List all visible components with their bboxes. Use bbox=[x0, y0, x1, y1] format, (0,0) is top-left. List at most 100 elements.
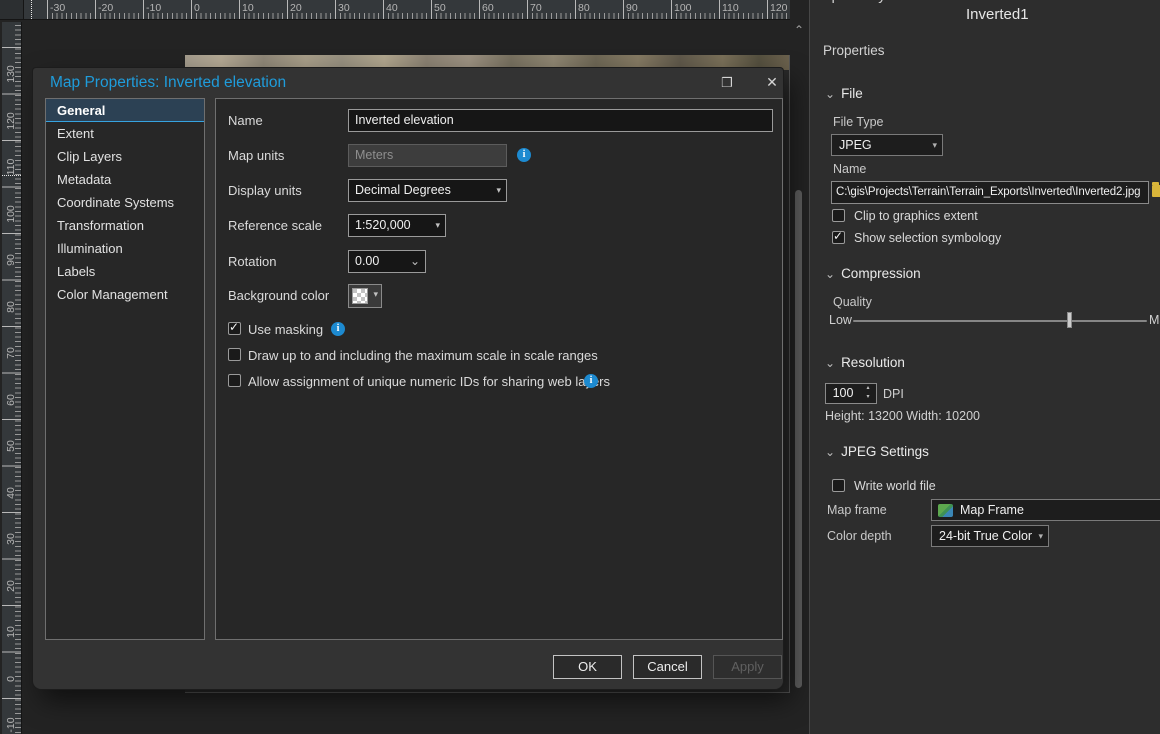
scrollbar-thumb[interactable] bbox=[795, 190, 802, 688]
maximize-icon[interactable]: ❒ bbox=[716, 73, 738, 92]
spinner-down-icon[interactable]: ▾ bbox=[862, 393, 874, 402]
rotation-dropdown[interactable]: 0.00 ⌄ bbox=[348, 250, 426, 273]
ruler-label: 40 bbox=[386, 2, 398, 14]
ruler-label: 20 bbox=[290, 2, 302, 14]
map-frame-icon bbox=[938, 504, 953, 517]
ruler-label: 120 bbox=[770, 2, 788, 14]
checkbox-label: Clip to graphics extent bbox=[854, 209, 978, 223]
tab-labels[interactable]: Labels bbox=[46, 260, 204, 283]
checkbox-box: ✓ bbox=[228, 374, 241, 387]
checkbox-box: ✓ bbox=[832, 209, 845, 222]
ruler-label: 10 bbox=[242, 2, 254, 14]
quality-max-label: Max bbox=[1149, 313, 1160, 327]
info-icon[interactable]: i bbox=[584, 374, 598, 388]
jpeg-settings-section-header[interactable]: ⌄ JPEG Settings bbox=[825, 444, 929, 459]
background-color-label: Background color bbox=[228, 288, 329, 303]
chevron-down-icon: ⌄ bbox=[825, 356, 835, 370]
quality-slider-track[interactable] bbox=[853, 320, 1147, 322]
tab-transformation[interactable]: Transformation bbox=[46, 214, 204, 237]
display-units-label: Display units bbox=[228, 183, 302, 198]
reference-scale-label: Reference scale bbox=[228, 218, 322, 233]
cancel-button[interactable]: Cancel bbox=[633, 655, 702, 679]
checkbox-box: ✓ bbox=[832, 231, 845, 244]
ruler-label: 110 bbox=[722, 2, 739, 14]
chevron-down-icon: ▾ bbox=[932, 135, 937, 155]
info-icon[interactable]: i bbox=[517, 148, 531, 162]
ok-button[interactable]: OK bbox=[553, 655, 622, 679]
ruler-label: 60 bbox=[5, 389, 17, 411]
display-units-dropdown[interactable]: Decimal Degrees ▾ bbox=[348, 179, 507, 202]
apply-button[interactable]: Apply bbox=[713, 655, 782, 679]
map-name-input[interactable]: Inverted elevation bbox=[348, 109, 773, 132]
info-icon[interactable]: i bbox=[331, 322, 345, 336]
ruler-label: 0 bbox=[194, 2, 200, 14]
properties-label: Properties bbox=[823, 43, 885, 58]
quality-low-label: Low bbox=[829, 313, 852, 327]
chevron-down-icon: ⌄ bbox=[410, 251, 420, 272]
ruler-label: 70 bbox=[5, 342, 17, 364]
section-label: JPEG Settings bbox=[841, 444, 929, 459]
map-frame-dropdown[interactable]: Map Frame bbox=[931, 499, 1160, 521]
ruler-label: 120 bbox=[5, 110, 17, 132]
check-icon: ✓ bbox=[229, 320, 239, 334]
chevron-down-icon: ▾ bbox=[1038, 526, 1043, 546]
checkbox-label: Show selection symbology bbox=[854, 231, 1001, 245]
scroll-up-icon[interactable]: ⌃ bbox=[792, 22, 806, 36]
vertical-ruler: 1301201101009080706050403020100-10 bbox=[2, 22, 22, 734]
ruler-label: 50 bbox=[434, 2, 446, 14]
tab-extent[interactable]: Extent bbox=[46, 122, 204, 145]
export-pane: Export Layout Inverted1 Properties ⌄File… bbox=[809, 0, 1160, 734]
chevron-down-icon: ⌄ bbox=[825, 267, 835, 281]
tab-metadata[interactable]: Metadata bbox=[46, 168, 204, 191]
ruler-label: 100 bbox=[674, 2, 692, 14]
spinner-up-icon[interactable]: ▴ bbox=[862, 384, 874, 393]
file-section-header[interactable]: ⌄File bbox=[825, 86, 863, 101]
color-depth-value: 24-bit True Color bbox=[939, 529, 1032, 543]
ruler-label: 90 bbox=[5, 249, 17, 271]
ruler-label: 100 bbox=[5, 203, 17, 225]
display-units-value: Decimal Degrees bbox=[355, 183, 451, 197]
chevron-down-icon: ⌄ bbox=[825, 445, 835, 459]
browse-folder-icon[interactable] bbox=[1152, 185, 1160, 197]
ruler-label: 50 bbox=[5, 435, 17, 457]
dimensions-text: Height: 13200 Width: 10200 bbox=[825, 409, 980, 423]
tab-clip-layers[interactable]: Clip Layers bbox=[46, 145, 204, 168]
spinner-arrows[interactable]: ▴ ▾ bbox=[862, 384, 874, 403]
quality-slider-handle[interactable] bbox=[1067, 312, 1072, 328]
vertical-scrollbar: ⌃ bbox=[791, 22, 807, 734]
dialog-content-general: Name Inverted elevation Map units Meters… bbox=[215, 98, 783, 640]
ruler-label: -10 bbox=[5, 714, 17, 734]
file-type-dropdown[interactable]: JPEG ▾ bbox=[831, 134, 943, 156]
reference-scale-dropdown[interactable]: 1:520,000 ▾ bbox=[348, 214, 446, 237]
checkbox-box: ✓ bbox=[228, 348, 241, 361]
tab-general[interactable]: General bbox=[46, 99, 204, 122]
ruler-label: 80 bbox=[578, 2, 590, 14]
chevron-down-icon: ▾ bbox=[373, 289, 378, 300]
horizontal-ruler: -30-20-100102030405060708090100110120 bbox=[24, 0, 790, 20]
file-name-input[interactable]: C:\gis\Projects\Terrain\Terrain_Exports\… bbox=[831, 181, 1149, 204]
quality-label: Quality bbox=[833, 295, 872, 309]
dialog-tab-list: General Extent Clip Layers Metadata Coor… bbox=[45, 98, 205, 640]
close-icon[interactable]: ✕ bbox=[761, 73, 783, 92]
background-color-picker[interactable]: ▾ bbox=[348, 284, 382, 308]
tab-coordinate-systems[interactable]: Coordinate Systems bbox=[46, 191, 204, 214]
ruler-label: -20 bbox=[98, 2, 113, 14]
color-depth-label: Color depth bbox=[827, 529, 892, 543]
ruler-cursor-mark bbox=[31, 0, 32, 19]
ruler-label: 90 bbox=[626, 2, 638, 14]
color-depth-dropdown[interactable]: 24-bit True Color ▾ bbox=[931, 525, 1049, 547]
dpi-spinner[interactable]: 100 ▴ ▾ bbox=[825, 383, 877, 404]
resolution-section-header[interactable]: ⌄Resolution bbox=[825, 355, 905, 370]
tab-illumination[interactable]: Illumination bbox=[46, 237, 204, 260]
tab-color-management[interactable]: Color Management bbox=[46, 283, 204, 306]
ruler-corner bbox=[0, 0, 24, 20]
pane-header-clipped: Export Layout bbox=[814, 0, 907, 4]
chevron-down-icon: ⌄ bbox=[825, 87, 835, 101]
ruler-label: 20 bbox=[5, 575, 17, 597]
compression-section-header[interactable]: ⌄Compression bbox=[825, 266, 921, 281]
ruler-label: 60 bbox=[482, 2, 494, 14]
map-frame-value: Map Frame bbox=[960, 503, 1024, 517]
map-units-label: Map units bbox=[228, 148, 284, 163]
ruler-label: 40 bbox=[5, 482, 17, 504]
ruler-label: 30 bbox=[5, 528, 17, 550]
